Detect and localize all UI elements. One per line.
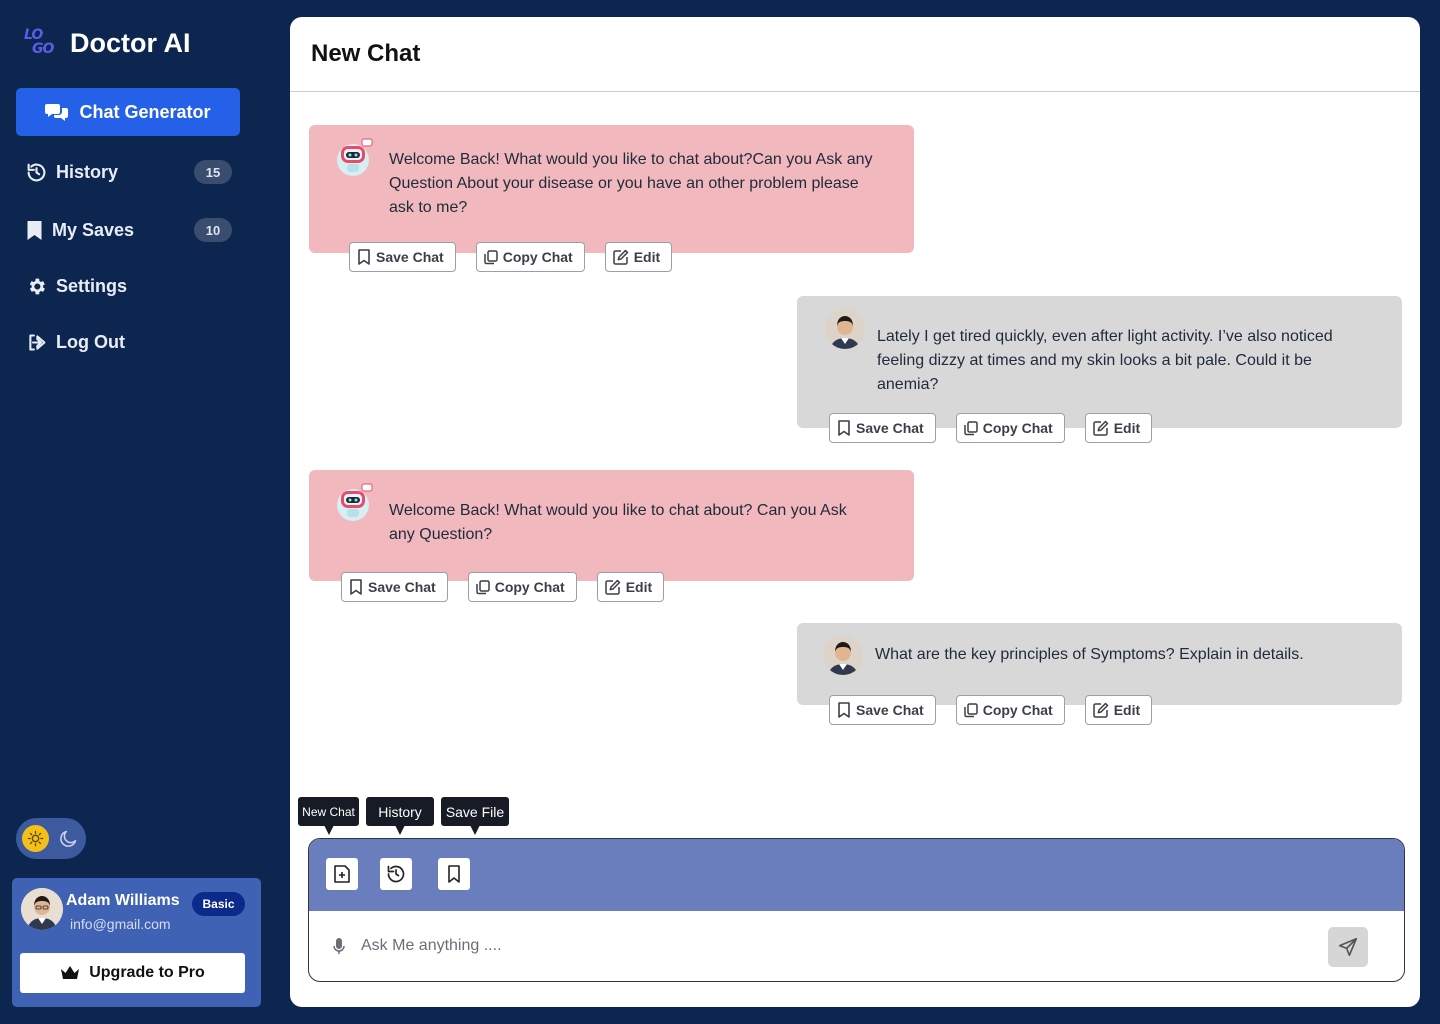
upgrade-label: Upgrade to Pro: [89, 964, 205, 981]
avatar: [21, 888, 63, 930]
edit-button[interactable]: Edit: [596, 572, 665, 602]
edit-button[interactable]: Edit: [604, 242, 673, 272]
copy-icon: [963, 420, 978, 435]
sidebar-item-label: My Saves: [52, 219, 135, 240]
user-avatar: [825, 309, 865, 349]
profile-name: Adam Williams: [66, 892, 180, 909]
save-chat-button[interactable]: Save Chat: [349, 242, 456, 272]
copy-chat-button[interactable]: Copy Chat: [467, 572, 577, 602]
message-actions: Save Chat Copy Chat Edit: [829, 413, 1172, 443]
logout-icon: [29, 333, 46, 351]
history-button[interactable]: [380, 858, 412, 890]
tooltip-history: History: [366, 797, 434, 826]
bookmark-icon: [448, 865, 460, 883]
saves-count-badge: 10: [194, 218, 232, 242]
message-text: What are the key principles of Symptoms?…: [875, 646, 1304, 663]
save-file-button[interactable]: [438, 858, 470, 890]
send-icon: [1338, 937, 1358, 957]
sidebar-item-log-out[interactable]: Log Out: [26, 327, 232, 357]
bot-avatar-icon: [335, 137, 373, 177]
chat-header: New Chat: [290, 17, 1420, 92]
sidebar-item-settings[interactable]: Settings: [26, 271, 232, 301]
chat-panel: New Chat Welcome Back! What would you li…: [290, 17, 1420, 1007]
profile-card: Adam Williams info@gmail.com Basic Upgra…: [12, 878, 261, 1007]
tooltip-new-chat: New Chat: [298, 797, 359, 826]
profile-email: info@gmail.com: [70, 916, 171, 932]
sun-icon[interactable]: [22, 825, 49, 852]
copy-chat-button[interactable]: Copy Chat: [955, 413, 1065, 443]
save-chat-button[interactable]: Save Chat: [341, 572, 448, 602]
history-icon: [387, 865, 405, 883]
user-avatar: [823, 635, 863, 675]
send-button[interactable]: [1328, 927, 1368, 967]
message-text: Lately I get tired quickly, even after l…: [877, 328, 1333, 393]
bookmark-icon: [838, 702, 850, 718]
message-text: Welcome Back! What would you like to cha…: [389, 151, 873, 216]
bookmark-icon: [27, 220, 42, 240]
edit-icon: [1092, 702, 1108, 718]
new-chat-icon: [334, 865, 350, 883]
app-title: Doctor AI: [70, 27, 191, 58]
brand: LO GO Doctor AI: [22, 26, 191, 60]
tooltip-save-file: Save File: [441, 797, 509, 826]
user-message: What are the key principles of Symptoms?…: [797, 623, 1402, 705]
bookmark-icon: [838, 420, 850, 436]
upgrade-to-pro-button[interactable]: Upgrade to Pro: [20, 953, 245, 993]
logo: LO GO: [24, 27, 54, 57]
sidebar-item-history[interactable]: History 15: [26, 157, 232, 187]
sidebar-item-label: Log Out: [56, 331, 125, 352]
new-chat-button[interactable]: [326, 858, 358, 890]
sidebar-item-label: History: [56, 161, 119, 182]
theme-toggle[interactable]: [16, 818, 86, 859]
edit-icon: [604, 579, 620, 595]
chat-generator-button[interactable]: Chat Generator: [16, 88, 240, 136]
edit-icon: [1092, 420, 1108, 436]
bookmark-icon: [358, 249, 370, 265]
message-text: Welcome Back! What would you like to cha…: [389, 502, 847, 543]
edit-icon: [612, 249, 628, 265]
crown-icon: [61, 966, 80, 979]
plan-badge: Basic: [192, 892, 245, 916]
microphone-icon[interactable]: [332, 937, 346, 960]
bot-avatar-icon: [335, 482, 373, 522]
sidebar-item-label: Settings: [56, 275, 128, 296]
history-count-badge: 15: [194, 160, 232, 184]
save-chat-button[interactable]: Save Chat: [829, 695, 936, 725]
edit-button[interactable]: Edit: [1084, 695, 1153, 725]
edit-button[interactable]: Edit: [1084, 413, 1153, 443]
bot-message: Welcome Back! What would you like to cha…: [309, 470, 914, 581]
chat-bubbles-icon: [45, 104, 69, 121]
copy-chat-button[interactable]: Copy Chat: [955, 695, 1065, 725]
gear-icon: [29, 278, 45, 294]
copy-icon: [483, 249, 498, 264]
history-icon: [27, 163, 46, 181]
copy-icon: [475, 579, 490, 594]
bookmark-icon: [350, 579, 362, 595]
moon-icon[interactable]: [58, 828, 79, 849]
save-chat-button[interactable]: Save Chat: [829, 413, 936, 443]
bot-message: Welcome Back! What would you like to cha…: [309, 125, 914, 253]
message-actions: Save Chat Copy Chat Edit: [341, 572, 684, 602]
message-actions: Save Chat Copy Chat Edit: [829, 695, 1172, 725]
composer-toolbar: [309, 839, 1404, 911]
copy-chat-button[interactable]: Copy Chat: [475, 242, 585, 272]
chat-generator-label: Chat Generator: [79, 101, 211, 122]
chat-input[interactable]: [361, 931, 1261, 961]
page-title: New Chat: [311, 40, 421, 67]
copy-icon: [963, 702, 978, 717]
sidebar: LO GO Doctor AI Chat Generator History 1…: [0, 0, 290, 1024]
sidebar-item-my-saves[interactable]: My Saves 10: [26, 215, 232, 245]
user-message: Lately I get tired quickly, even after l…: [797, 296, 1402, 428]
message-actions: Save Chat Copy Chat Edit: [349, 242, 692, 272]
chat-composer: [308, 838, 1405, 982]
